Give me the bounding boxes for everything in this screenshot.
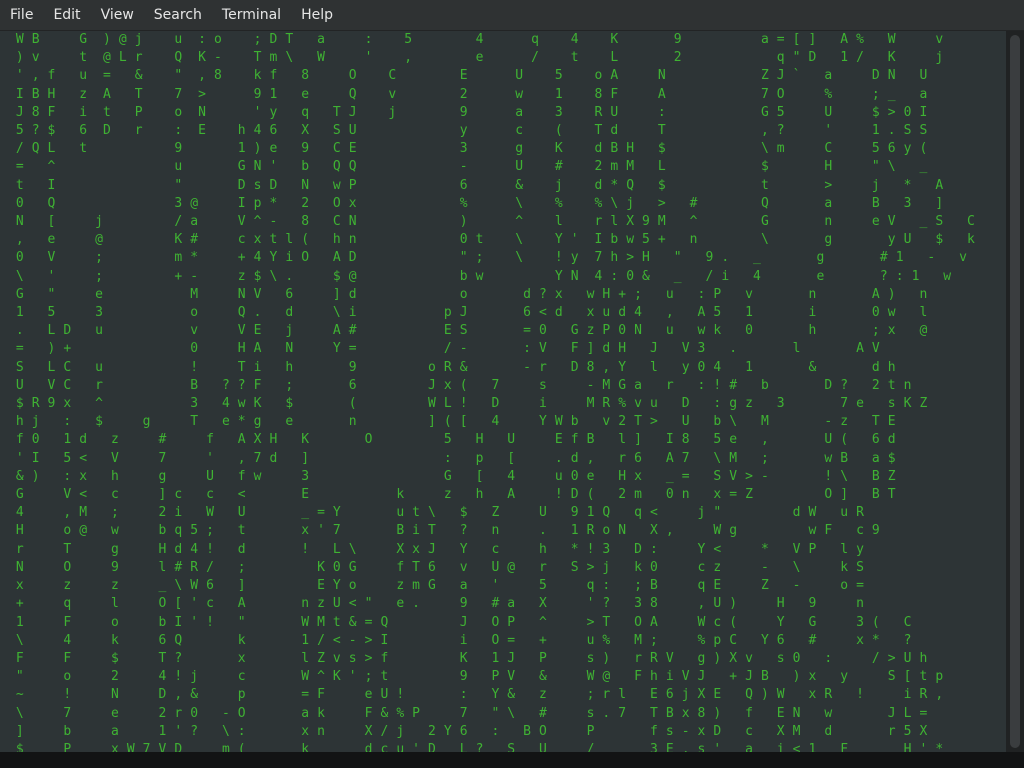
menu-file[interactable]: File	[0, 0, 43, 30]
terminal-output-area[interactable]: W B G ) @ j u : o ; D T a : 5 4 q 4 K 9 …	[0, 31, 1006, 752]
menu-edit[interactable]: Edit	[43, 0, 90, 30]
menu-terminal[interactable]: Terminal	[212, 0, 291, 30]
menu-search[interactable]: Search	[144, 0, 212, 30]
vertical-scrollbar[interactable]	[1006, 31, 1024, 752]
menu-view[interactable]: View	[91, 0, 144, 30]
menu-bar: File Edit View Search Terminal Help	[0, 0, 1024, 31]
matrix-rain-text: W B G ) @ j u : o ; D T a : 5 4 q 4 K 9 …	[15, 32, 975, 752]
menu-help[interactable]: Help	[291, 0, 343, 30]
scrollbar-thumb[interactable]	[1010, 35, 1020, 748]
window-bottom-edge	[0, 752, 1024, 768]
